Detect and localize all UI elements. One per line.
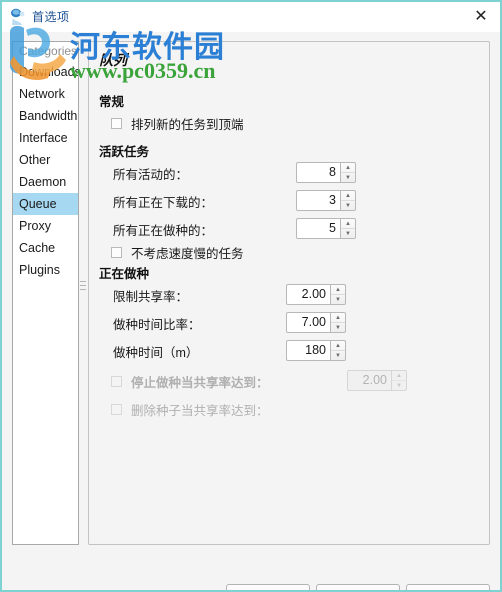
sidebar-item-cache[interactable]: Cache <box>13 237 78 259</box>
spinner-down-icon[interactable]: ▼ <box>331 323 345 332</box>
checkbox[interactable] <box>111 246 122 258</box>
spinner-value: 2.00 <box>347 370 392 391</box>
sidebar-splitter[interactable] <box>80 41 86 545</box>
spinner-value[interactable]: 3 <box>296 190 341 211</box>
sidebar-list[interactable]: Downloads Network Bandwidth Interface Other D… <box>13 61 78 281</box>
spinner-buttons[interactable]: ▲ ▼ <box>341 162 356 183</box>
spinner-down-icon[interactable]: ▼ <box>331 295 345 304</box>
checkbox-label: 排列新的任务到顶端 <box>131 117 244 132</box>
checkbox <box>111 375 122 387</box>
dialog-body: Categories Downloads Network Bandwidth Inte… <box>2 32 500 590</box>
sidebar-item-label: Cache <box>19 241 56 255</box>
sidebar-item-plugins[interactable]: Plugins <box>13 259 78 281</box>
checkbox-row[interactable]: 不考虑速度慢的任务 <box>111 240 244 264</box>
sidebar-item-queue[interactable]: Queue <box>13 193 78 215</box>
checkbox-row: 删除种子当共享率达到： <box>111 397 269 421</box>
spinner-down-icon[interactable]: ▼ <box>341 229 355 238</box>
spinner-label: 所有正在下载的： <box>113 196 214 210</box>
group-title: 活跃任务 <box>99 145 150 159</box>
checkbox-label: 删除种子当共享率达到： <box>131 403 269 418</box>
sidebar-item-other[interactable]: Other <box>13 149 78 171</box>
checkbox-label: 停止做种当共享率达到： <box>131 375 269 390</box>
sidebar-item-label: Other <box>19 153 51 167</box>
stop-seeding-ratio-spinner: 2.00 ▲ ▼ <box>347 370 407 391</box>
spinner-2-0[interactable]: 2.00 ▲ ▼ <box>286 284 346 305</box>
spinner-up-icon[interactable]: ▲ <box>341 191 355 201</box>
sidebar-item-daemon[interactable]: Daemon <box>13 171 78 193</box>
spinner-up-icon[interactable]: ▲ <box>331 341 345 351</box>
sidebar-item-bandwidth[interactable]: Bandwidth <box>13 105 78 127</box>
checkbox-row[interactable]: 排列新的任务到顶端 <box>111 111 244 135</box>
spinner-down-icon[interactable]: ▼ <box>341 201 355 210</box>
splitter-grip[interactable] <box>80 281 86 293</box>
spinner-up-icon[interactable]: ▲ <box>331 285 345 295</box>
spinner-buttons[interactable]: ▲ ▼ <box>331 312 346 333</box>
sidebar-item-label: Interface <box>19 131 68 145</box>
spinner-value[interactable]: 5 <box>296 218 341 239</box>
spinner-value[interactable]: 7.00 <box>286 312 331 333</box>
sidebar-item-network[interactable]: Network <box>13 83 78 105</box>
sidebar-item-downloads[interactable]: Downloads <box>13 61 78 83</box>
group-title: 常规 <box>99 95 125 109</box>
spinner-label: 限制共享率： <box>113 290 189 304</box>
spinner-down-icon[interactable]: ▼ <box>341 173 355 182</box>
spinner-value[interactable]: 2.00 <box>286 284 331 305</box>
sidebar-item-label: Bandwidth <box>19 109 78 123</box>
categories-sidebar[interactable]: Categories Downloads Network Bandwidth Inte… <box>12 41 79 545</box>
spinner-up-icon[interactable]: ▲ <box>341 219 355 229</box>
spinner-buttons[interactable]: ▲ ▼ <box>341 190 356 211</box>
spinner-up-icon[interactable]: ▲ <box>331 313 345 323</box>
sidebar-item-label: Daemon <box>19 175 67 189</box>
preferences-dialog: 首选项 ✕ Categories Downloads Network Bandwid… <box>0 0 502 592</box>
spinner-1-2[interactable]: 5 ▲ ▼ <box>296 218 356 239</box>
content-panel: 队列 常规 排列新的任务到顶端 活跃任务 所有活动的： 8 ▲ ▼ 所有正在下载的： 3 ▲ ▼ 所有… <box>88 41 490 545</box>
checkbox-row: 停止做种当共享率达到： <box>111 369 269 393</box>
sidebar-header: Categories <box>19 44 78 58</box>
spinner-2-2[interactable]: 180 ▲ ▼ <box>286 340 346 361</box>
spinner-down-icon: ▼ <box>396 382 402 389</box>
title-bar: 首选项 ✕ <box>2 2 500 32</box>
sidebar-item-label: Proxy <box>19 219 51 233</box>
close-icon[interactable]: ✕ <box>468 4 494 30</box>
spinner-label: 所有活动的： <box>113 168 189 182</box>
sidebar-item-proxy[interactable]: Proxy <box>13 215 78 237</box>
window-title: 首选项 <box>32 10 70 24</box>
spinner-buttons[interactable]: ▲ ▼ <box>341 218 356 239</box>
sidebar-item-label: Downloads <box>19 65 79 79</box>
spinner-buttons[interactable]: ▲ ▼ <box>331 340 346 361</box>
sidebar-item-label: Queue <box>19 197 57 211</box>
spinner-2-1[interactable]: 7.00 ▲ ▼ <box>286 312 346 333</box>
cancel-button[interactable]: 取消(C) <box>226 584 310 590</box>
apply-button[interactable]: 应用(A) <box>316 584 400 590</box>
spinner-up-icon[interactable]: ▲ <box>341 163 355 173</box>
spinner-down-icon[interactable]: ▼ <box>331 351 345 360</box>
checkbox-label: 不考虑速度慢的任务 <box>131 246 244 261</box>
spinner-buttons: ▲ ▼ <box>392 370 407 391</box>
group-title: 正在做种 <box>99 267 150 281</box>
spinner-value[interactable]: 180 <box>286 340 331 361</box>
preferences-icon <box>11 8 25 25</box>
spinner-1-1[interactable]: 3 ▲ ▼ <box>296 190 356 211</box>
spinner-label: 所有正在做种的： <box>113 224 214 238</box>
spinner-up-icon: ▲ <box>392 371 406 381</box>
page-title: 队列 <box>99 52 127 68</box>
spinner-value[interactable]: 8 <box>296 162 341 183</box>
checkbox[interactable] <box>111 117 122 129</box>
sidebar-item-label: Network <box>19 87 65 101</box>
sidebar-item-label: Plugins <box>19 263 60 277</box>
checkbox <box>111 403 122 415</box>
spinner-buttons[interactable]: ▲ ▼ <box>331 284 346 305</box>
spinner-label: 做种时间（m） <box>113 346 199 360</box>
sidebar-item-interface[interactable]: Interface <box>13 127 78 149</box>
spinner-label: 做种时间比率： <box>113 318 201 332</box>
ok-button[interactable]: 确定(O) <box>406 584 490 590</box>
spinner-1-0[interactable]: 8 ▲ ▼ <box>296 162 356 183</box>
